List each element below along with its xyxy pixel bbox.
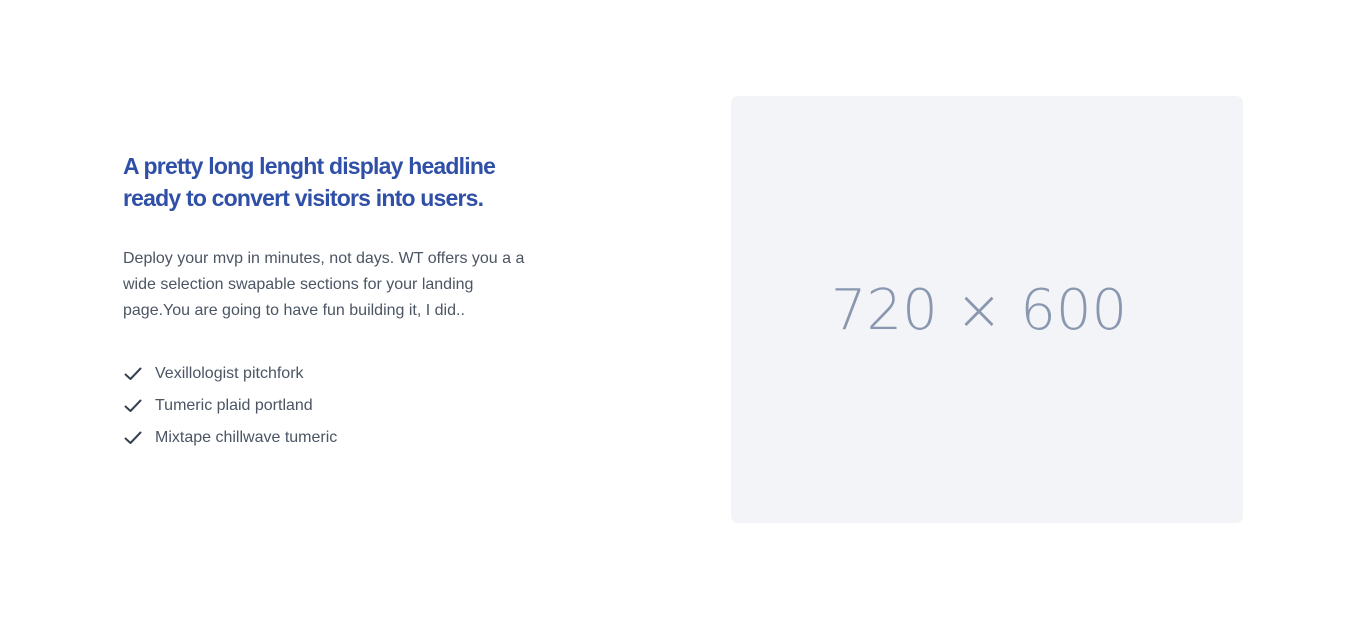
- feature-item: Tumeric plaid portland: [123, 390, 573, 422]
- hero-image-placeholder: 720 × 600: [731, 96, 1243, 523]
- headline-line-2: ready to convert visitors into users.: [123, 185, 484, 211]
- feature-item: Mixtape chillwave tumeric: [123, 422, 573, 454]
- check-icon: [123, 428, 143, 448]
- feature-label: Mixtape chillwave tumeric: [155, 429, 338, 446]
- placeholder-dimensions-text: 720 × 600: [830, 278, 1128, 343]
- hero-headline: A pretty long lenght display headline re…: [123, 150, 573, 214]
- hero-section: A pretty long lenght display headline re…: [0, 0, 1366, 619]
- description-line-3: page.You are going to have fun building …: [123, 302, 465, 319]
- check-icon: [123, 364, 143, 384]
- description-line-2: wide selection swapable sections for you…: [123, 276, 474, 293]
- feature-label: Vexillologist pitchfork: [155, 365, 304, 382]
- description-line-1: Deploy your mvp in minutes, not days. WT…: [123, 250, 525, 267]
- headline-line-1: A pretty long lenght display headline: [123, 153, 496, 179]
- check-icon: [123, 396, 143, 416]
- feature-list: Vexillologist pitchfork Tumeric plaid po…: [123, 358, 573, 454]
- hero-content: A pretty long lenght display headline re…: [123, 150, 573, 454]
- feature-label: Tumeric plaid portland: [155, 397, 313, 414]
- hero-description: Deploy your mvp in minutes, not days. WT…: [123, 246, 563, 324]
- feature-item: Vexillologist pitchfork: [123, 358, 573, 390]
